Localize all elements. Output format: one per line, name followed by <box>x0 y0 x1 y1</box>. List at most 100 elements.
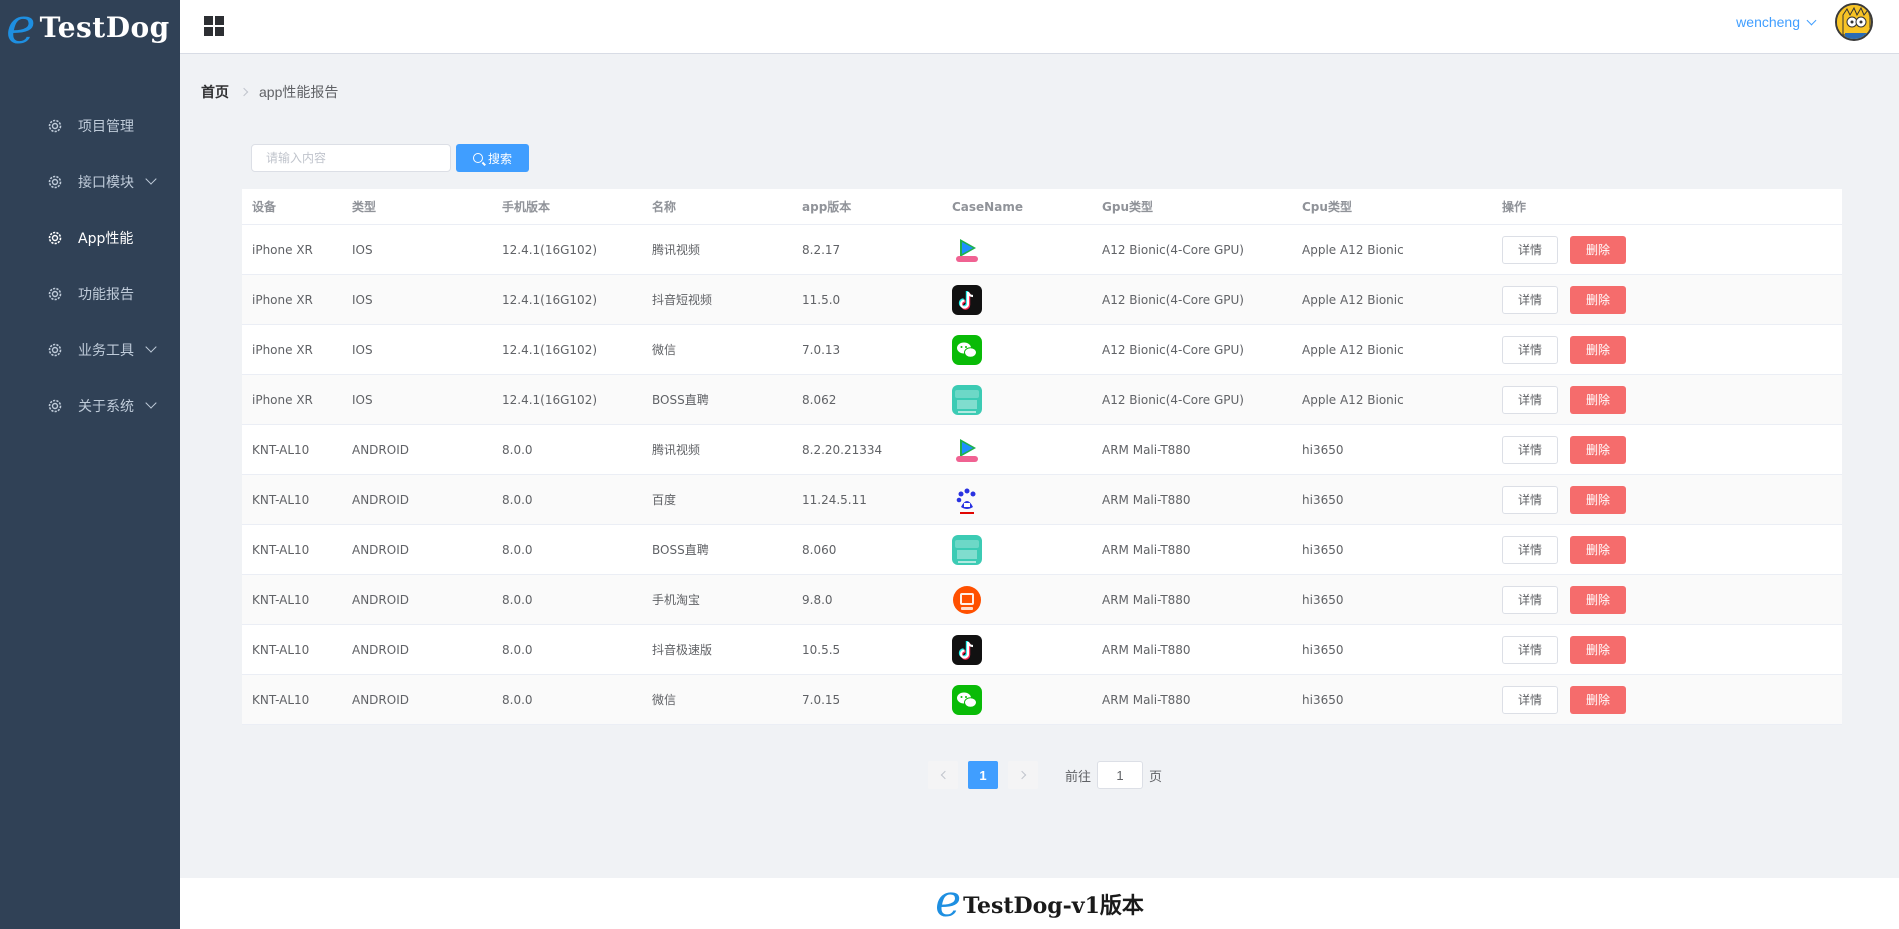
sidebar-item-2[interactable]: App性能 <box>0 210 180 266</box>
os-version-cell: 12.4.1(16G102) <box>502 242 598 257</box>
search-button[interactable]: 搜索 <box>456 144 529 172</box>
next-page-button[interactable] <box>1008 761 1038 789</box>
goto-page-input[interactable] <box>1097 761 1144 789</box>
sidebar-item-5[interactable]: 关于系统 <box>0 378 180 434</box>
delete-button[interactable]: 删除 <box>1570 285 1626 314</box>
os-version-cell: 8.0.0 <box>502 692 533 707</box>
sidebar: e TestDog 项目管理接口模块 App性能 功能报告业务工具关于系统 <box>0 0 180 929</box>
app-version-cell: 10.5.5 <box>802 642 841 657</box>
search-icon <box>472 153 483 163</box>
page-number-current[interactable]: 1 <box>968 761 998 789</box>
os-version-cell: 8.0.0 <box>502 442 533 457</box>
actions-cell: 详情 删除 <box>1492 435 1842 464</box>
gpu-cell: ARM Mali-T880 <box>1102 492 1191 507</box>
prev-page-button[interactable] <box>928 761 958 789</box>
breadcrumb-home[interactable]: 首页 <box>201 82 229 102</box>
taobao-icon <box>952 585 982 615</box>
breadcrumb-current: app性能报告 <box>259 84 339 100</box>
table-row: KNT-AL10 ANDROID 8.0.0 手机淘宝 9.8.0 ARM Mali-T8… <box>242 575 1842 625</box>
sidebar-item-1[interactable]: 接口模块 <box>0 154 180 210</box>
actions-cell: 详情 删除 <box>1492 385 1842 414</box>
type-cell: ANDROID <box>352 442 409 457</box>
top-header: wencheng <box>180 0 1899 54</box>
detail-button[interactable]: 详情 <box>1502 235 1558 264</box>
delete-button[interactable]: 删除 <box>1570 685 1626 714</box>
device-cell: KNT-AL10 <box>252 692 310 707</box>
casename-cell <box>942 485 1092 515</box>
device-cell: KNT-AL10 <box>252 592 310 607</box>
boss-icon <box>952 534 982 565</box>
actions-cell: 详情 删除 <box>1492 485 1842 514</box>
gear-icon <box>48 287 78 301</box>
detail-button[interactable]: 详情 <box>1502 485 1558 514</box>
detail-button[interactable]: 详情 <box>1502 285 1558 314</box>
actions-cell: 详情 删除 <box>1492 685 1842 714</box>
chevron-down-icon <box>145 397 157 409</box>
avatar[interactable] <box>1835 3 1873 41</box>
app-version-cell: 8.2.20.21334 <box>802 442 883 457</box>
actions-cell: 详情 删除 <box>1492 585 1842 614</box>
casename-cell <box>942 534 1092 565</box>
casename-cell <box>942 684 1092 715</box>
detail-button[interactable]: 详情 <box>1502 635 1558 664</box>
casename-cell <box>942 384 1092 415</box>
table-row: KNT-AL10 ANDROID 8.0.0 抖音极速版 10.5.5 ARM Mali-… <box>242 625 1842 675</box>
delete-button[interactable]: 删除 <box>1570 535 1626 564</box>
casename-cell <box>942 235 1092 265</box>
username: wencheng <box>1736 14 1800 30</box>
app-name-cell: 微信 <box>652 343 677 357</box>
casename-cell <box>942 284 1092 315</box>
type-cell: ANDROID <box>352 542 409 557</box>
app-logo[interactable]: e TestDog <box>0 0 180 54</box>
casename-cell <box>942 435 1092 465</box>
footer-text: TestDog-v1版本 <box>963 892 1144 919</box>
chevron-right-icon <box>239 87 249 97</box>
detail-button[interactable]: 详情 <box>1502 335 1558 364</box>
gear-icon <box>48 231 78 245</box>
device-cell: iPhone XR <box>252 292 313 307</box>
hamburger-grid-icon[interactable] <box>204 16 224 36</box>
app-version-cell: 7.0.15 <box>802 692 841 707</box>
column-header: CaseName <box>952 199 1023 214</box>
sidebar-item-4[interactable]: 业务工具 <box>0 322 180 378</box>
footer: e TestDog-v1版本 <box>180 878 1899 929</box>
app-name-cell: 微信 <box>652 693 677 707</box>
detail-button[interactable]: 详情 <box>1502 585 1558 614</box>
detail-button[interactable]: 详情 <box>1502 685 1558 714</box>
type-cell: ANDROID <box>352 492 409 507</box>
delete-button[interactable]: 删除 <box>1570 385 1626 414</box>
delete-button[interactable]: 删除 <box>1570 635 1626 664</box>
sidebar-item-label: 接口模块 <box>78 175 134 191</box>
app-version-cell: 8.062 <box>802 392 837 407</box>
os-version-cell: 12.4.1(16G102) <box>502 292 598 307</box>
sidebar-item-0[interactable]: 项目管理 <box>0 98 180 154</box>
delete-button[interactable]: 删除 <box>1570 585 1626 614</box>
douyin-icon <box>952 284 982 315</box>
chevron-down-icon <box>145 341 157 353</box>
search-input[interactable] <box>251 144 451 172</box>
sidebar-item-3[interactable]: 功能报告 <box>0 266 180 322</box>
sidebar-item-label: 业务工具 <box>78 343 134 359</box>
delete-button[interactable]: 删除 <box>1570 435 1626 464</box>
actions-cell: 详情 删除 <box>1492 285 1842 314</box>
detail-button[interactable]: 详情 <box>1502 385 1558 414</box>
delete-button[interactable]: 删除 <box>1570 485 1626 514</box>
detail-button[interactable]: 详情 <box>1502 435 1558 464</box>
app-name-cell: 腾讯视频 <box>652 443 701 457</box>
detail-button[interactable]: 详情 <box>1502 535 1558 564</box>
cpu-cell: Apple A12 Bionic <box>1302 392 1404 407</box>
actions-cell: 详情 删除 <box>1492 335 1842 364</box>
device-cell: KNT-AL10 <box>252 442 310 457</box>
wechat-icon <box>952 684 982 715</box>
os-version-cell: 8.0.0 <box>502 642 533 657</box>
sidebar-item-label: 关于系统 <box>78 399 134 415</box>
gpu-cell: A12 Bionic(4-Core GPU) <box>1102 242 1244 257</box>
app-name-cell: 百度 <box>652 493 677 507</box>
user-dropdown[interactable]: wencheng <box>1736 14 1817 30</box>
delete-button[interactable]: 删除 <box>1570 235 1626 264</box>
type-cell: IOS <box>352 242 373 257</box>
type-cell: IOS <box>352 392 373 407</box>
delete-button[interactable]: 删除 <box>1570 335 1626 364</box>
column-header: app版本 <box>802 200 852 214</box>
app-name-cell: 手机淘宝 <box>652 593 701 607</box>
